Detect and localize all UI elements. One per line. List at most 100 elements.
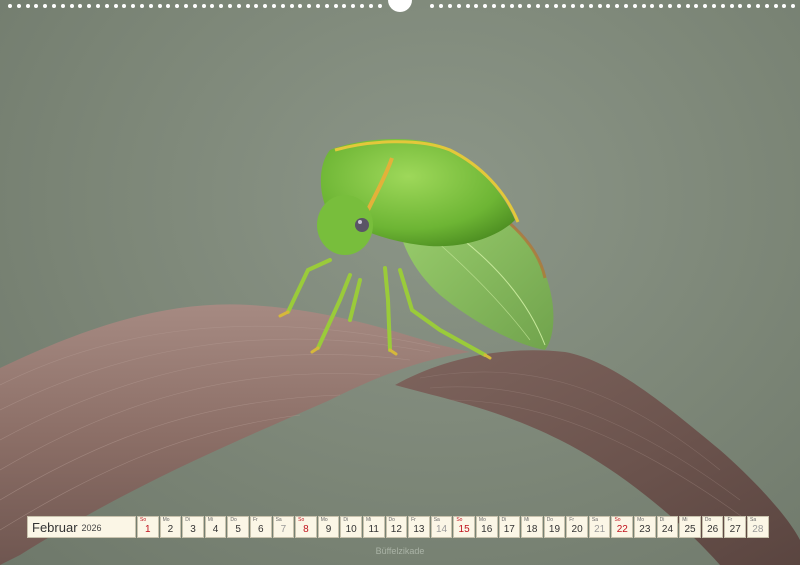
binding-hole bbox=[52, 4, 56, 8]
photo-insect-on-leaf bbox=[0, 138, 800, 565]
day-number: 20 bbox=[571, 524, 583, 535]
binding-hole bbox=[192, 4, 197, 8]
day-cell: Fr 6 bbox=[249, 516, 272, 538]
binding-hole bbox=[729, 4, 734, 8]
ring-binding bbox=[0, 0, 800, 12]
day-cell: So 8 bbox=[295, 516, 317, 538]
binding-hole bbox=[78, 4, 83, 8]
binding-hole bbox=[263, 4, 268, 8]
binding-hole bbox=[87, 4, 92, 8]
binding-hole bbox=[738, 4, 743, 8]
day-cell: Mo 16 bbox=[475, 516, 498, 538]
weekday-label: Mo bbox=[320, 517, 328, 523]
weekday-label: Sa bbox=[275, 517, 282, 523]
day-number: 2 bbox=[167, 524, 174, 535]
binding-hole bbox=[527, 4, 532, 8]
day-number: 5 bbox=[235, 524, 241, 535]
binding-hole bbox=[148, 4, 153, 8]
day-number: 4 bbox=[212, 524, 219, 535]
day-number: 16 bbox=[481, 524, 493, 535]
binding-hole bbox=[104, 4, 109, 8]
weekday-label: Mi bbox=[682, 517, 688, 523]
day-cell: Do 19 bbox=[543, 516, 566, 538]
day-cell: Mi 18 bbox=[521, 516, 543, 538]
binding-hole bbox=[518, 4, 523, 8]
binding-hole bbox=[245, 4, 250, 8]
binding-hole bbox=[448, 4, 452, 8]
binding-hole bbox=[360, 4, 364, 8]
month-label: Februar 2026 bbox=[27, 516, 136, 538]
binding-hole bbox=[492, 4, 496, 8]
binding-hole bbox=[254, 4, 259, 8]
binding-hole bbox=[782, 4, 787, 8]
calendar-strip: Februar 2026 So 1 Mo 2 Di 3 Mi 4 Do 5 Fr 6 Sa 7 So 8 Mo 9… bbox=[27, 516, 773, 538]
binding-hole bbox=[536, 4, 540, 8]
weekday-label: Sa bbox=[591, 517, 598, 523]
day-cell: Di 17 bbox=[498, 516, 521, 538]
day-number: 21 bbox=[594, 524, 606, 535]
binding-hole bbox=[280, 4, 285, 8]
day-cell: So 15 bbox=[453, 516, 475, 538]
weekday-label: Do bbox=[388, 517, 395, 523]
binding-hole bbox=[685, 4, 690, 8]
binding-hole bbox=[236, 4, 241, 8]
day-cell: Mo 23 bbox=[634, 516, 656, 538]
binding-hole bbox=[166, 4, 171, 8]
weekday-label: Di bbox=[501, 517, 507, 523]
binding-hole bbox=[756, 4, 760, 8]
weekday-label: Di bbox=[659, 517, 665, 523]
binding-hole bbox=[474, 4, 479, 8]
binding-hole bbox=[676, 4, 681, 8]
day-cell: Sa 28 bbox=[747, 516, 769, 538]
binding-hole bbox=[289, 4, 294, 8]
binding-hole bbox=[641, 4, 646, 8]
day-number: 23 bbox=[639, 524, 651, 535]
binding-hole bbox=[703, 4, 708, 8]
day-cell: Do 5 bbox=[227, 516, 249, 538]
hanger-hole bbox=[388, 0, 412, 12]
day-number: 11 bbox=[368, 524, 379, 535]
day-cell: Di 10 bbox=[340, 516, 362, 538]
binding-hole bbox=[43, 4, 48, 8]
day-number: 8 bbox=[303, 524, 309, 535]
binding-hole bbox=[747, 4, 752, 8]
day-number: 1 bbox=[145, 524, 151, 535]
day-cell: Fr 13 bbox=[408, 516, 430, 538]
day-number: 14 bbox=[435, 524, 448, 535]
weekday-label: Fr bbox=[411, 517, 416, 523]
binding-hole bbox=[219, 4, 224, 8]
binding-hole bbox=[597, 4, 602, 8]
day-cell: Fr 27 bbox=[724, 516, 747, 538]
binding-hole bbox=[509, 4, 514, 8]
binding-hole bbox=[175, 4, 180, 8]
binding-hole bbox=[668, 4, 672, 8]
weekday-label: Mi bbox=[524, 517, 530, 523]
weekday-label: Mi bbox=[207, 517, 214, 523]
weekday-label: Mo bbox=[637, 517, 645, 523]
binding-hole bbox=[483, 4, 488, 8]
day-number: 22 bbox=[616, 524, 628, 535]
weekday-label: So bbox=[140, 517, 147, 523]
binding-hole bbox=[465, 4, 470, 8]
day-number: 18 bbox=[526, 524, 538, 535]
day-cell: Fr 20 bbox=[566, 516, 588, 538]
weekday-label: Do bbox=[704, 517, 712, 523]
binding-hole bbox=[773, 4, 778, 8]
day-cell: So 22 bbox=[611, 516, 634, 538]
day-cell: Di 3 bbox=[182, 516, 204, 538]
binding-hole bbox=[580, 4, 584, 8]
day-number: 10 bbox=[345, 524, 357, 535]
binding-hole bbox=[324, 4, 329, 8]
binding-hole bbox=[553, 4, 558, 8]
binding-hole bbox=[201, 4, 206, 8]
day-number: 28 bbox=[752, 524, 764, 535]
day-cell: Sa 21 bbox=[588, 516, 611, 538]
weekday-label: So bbox=[614, 517, 621, 523]
day-number: 27 bbox=[729, 524, 741, 535]
weekday-label: Di bbox=[185, 517, 190, 523]
binding-hole bbox=[333, 4, 338, 8]
year-label: 2026 bbox=[81, 523, 102, 533]
day-cell: Do 26 bbox=[701, 516, 724, 538]
day-number: 26 bbox=[707, 524, 719, 535]
weekday-label: Mo bbox=[162, 517, 170, 523]
